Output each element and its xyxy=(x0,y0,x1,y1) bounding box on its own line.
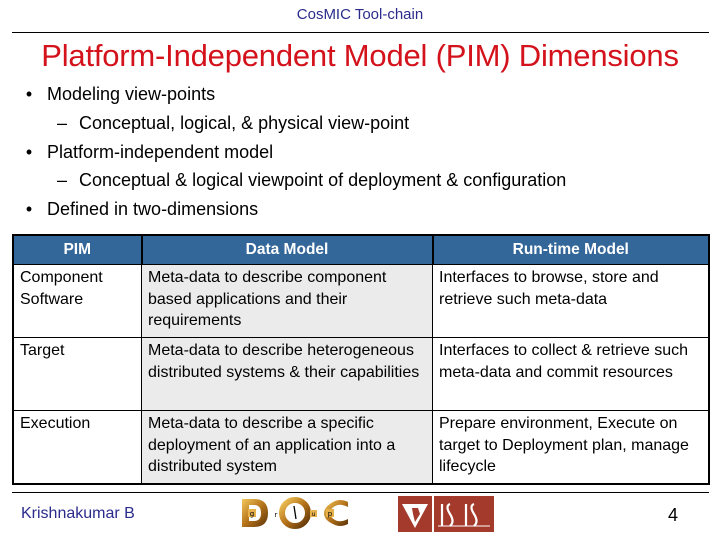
cell-runtime-model: Interfaces to browse, store and retrieve… xyxy=(432,264,710,338)
slide-title: Platform-Independent Model (PIM) Dimensi… xyxy=(41,38,679,73)
header-divider xyxy=(12,32,709,33)
sub-bullet-item: – Conceptual, logical, & physical view-p… xyxy=(57,112,410,134)
logo-letter-p: p xyxy=(328,510,333,518)
cell-runtime-model: Prepare environment, Execute on target t… xyxy=(432,410,710,485)
bullet-text: Conceptual, logical, & physical view-poi… xyxy=(79,113,410,133)
table-header-row: PIM Data Model Run-time Model xyxy=(12,234,710,265)
logo-clock-hand xyxy=(293,505,297,520)
cell-pim: Execution xyxy=(12,410,142,485)
header-runtime-model: Run-time Model xyxy=(431,234,710,265)
bullet-text: Conceptual & logical viewpoint of deploy… xyxy=(79,170,567,190)
vanderbilt-isis-logo xyxy=(398,496,494,532)
bullet-text: Platform-independent model xyxy=(47,142,274,162)
course-header: CosMIC Tool-chain xyxy=(296,6,424,23)
header-data-model: Data Model xyxy=(140,234,434,265)
table-row: Target Meta-data to describe heterogeneo… xyxy=(12,337,710,411)
logo-letter-r: r xyxy=(275,511,278,519)
bullet-text: Defined in two-dimensions xyxy=(47,199,259,219)
dash-marker: – xyxy=(56,170,67,190)
sub-bullet-item: – Conceptual & logical viewpoint of depl… xyxy=(57,169,567,191)
bullet-marker: • xyxy=(25,142,33,162)
author-name: Krishnakumar B xyxy=(21,505,135,522)
logo-letter-g: g xyxy=(250,510,254,518)
page-number: 4 xyxy=(668,505,679,525)
bullet-marker: • xyxy=(25,199,33,219)
header-pim: PIM xyxy=(12,234,143,265)
cell-pim: Component Software xyxy=(12,264,142,338)
bullet-text: Modeling view-points xyxy=(47,84,216,104)
cell-pim: Target xyxy=(12,337,142,411)
dash-marker: – xyxy=(56,113,67,133)
bullet-item: • Modeling view-points xyxy=(26,83,216,105)
table-row: Component Software Meta-data to describe… xyxy=(12,264,710,338)
cell-runtime-model: Interfaces to collect & retrieve such me… xyxy=(432,337,710,411)
cell-data-model: Meta-data to describe heterogeneous dist… xyxy=(141,337,433,411)
bullet-item: • Defined in two-dimensions xyxy=(26,198,259,220)
footer-divider xyxy=(12,492,709,493)
cell-data-model: Meta-data to describe component based ap… xyxy=(141,264,433,338)
bullet-marker: • xyxy=(25,84,33,104)
cell-data-model: Meta-data to describe a specific deploym… xyxy=(141,410,433,485)
logo-letter-u: u xyxy=(312,511,316,518)
table-row: Execution Meta-data to describe a specif… xyxy=(12,410,710,485)
pim-dimensions-table: PIM Data Model Run-time Model Component … xyxy=(12,234,710,485)
doc-group-logo: g r u p xyxy=(242,497,348,529)
bullet-item: • Platform-independent model xyxy=(26,141,274,163)
